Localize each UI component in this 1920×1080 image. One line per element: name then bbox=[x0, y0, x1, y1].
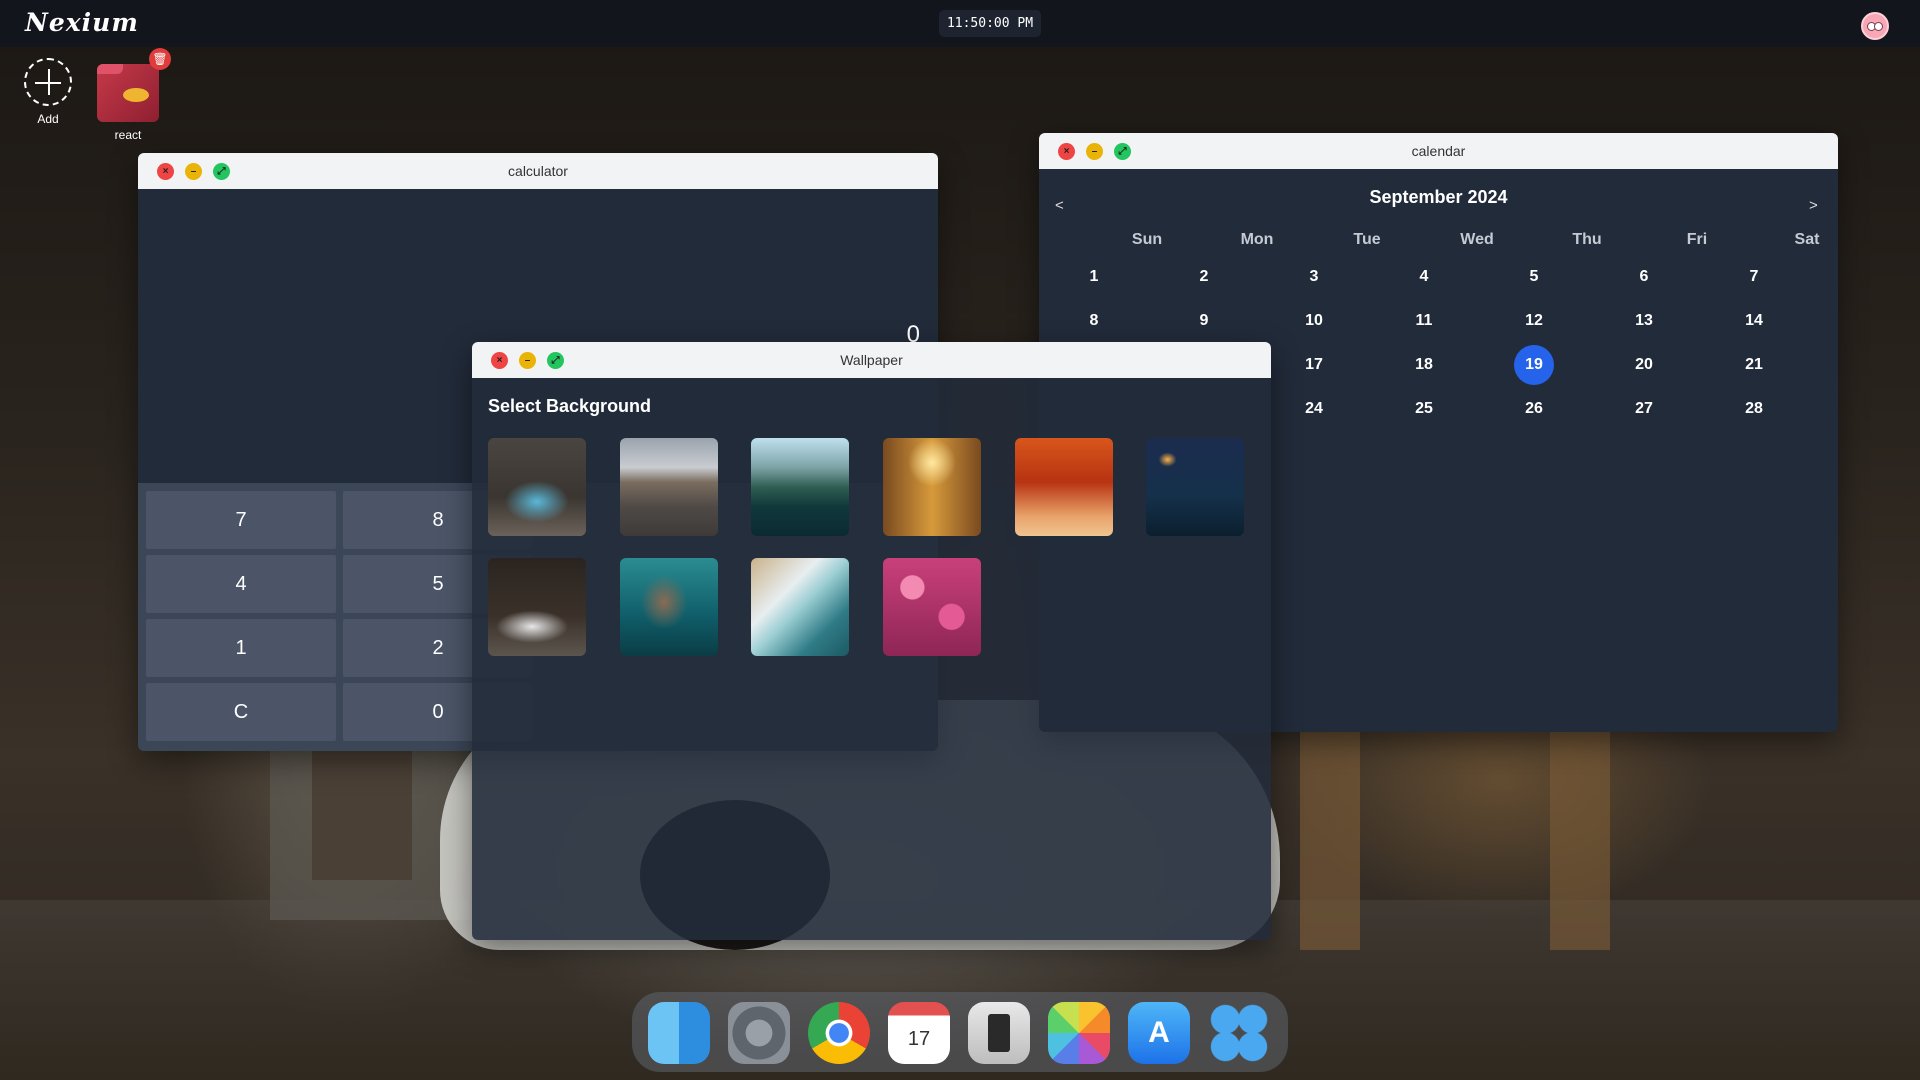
launchpad-icon[interactable] bbox=[1208, 1002, 1270, 1064]
dock: 17 A bbox=[632, 992, 1288, 1072]
calendar-day[interactable]: 28 bbox=[1734, 389, 1774, 429]
weekday-label: Thu bbox=[1572, 231, 1602, 248]
close-icon[interactable]: × bbox=[1058, 143, 1075, 160]
calendar-day[interactable]: 8 bbox=[1074, 301, 1114, 341]
minimize-icon[interactable]: – bbox=[519, 352, 536, 369]
key-1[interactable]: 1 bbox=[146, 619, 336, 677]
window-title: calculator bbox=[508, 163, 568, 179]
calculator-titlebar[interactable]: × – ⤢ calculator bbox=[138, 153, 938, 189]
wallpaper-thumb-underwater-rock[interactable] bbox=[620, 558, 718, 656]
wallpaper-thumb-autumn-park[interactable] bbox=[1015, 438, 1113, 536]
wallpaper-thumb-white-car-night[interactable] bbox=[488, 558, 586, 656]
wallpaper-thumb-desert-road[interactable] bbox=[620, 438, 718, 536]
calendar-day[interactable]: 6 bbox=[1624, 257, 1664, 297]
next-month-button[interactable]: > bbox=[1809, 197, 1818, 214]
calendar-icon[interactable]: 17 bbox=[888, 1002, 950, 1064]
calendar-day[interactable]: 18 bbox=[1404, 345, 1444, 385]
add-label: Add bbox=[37, 112, 59, 126]
close-icon[interactable]: × bbox=[157, 163, 174, 180]
wallpaper-door bbox=[312, 740, 412, 880]
weekday-label: Tue bbox=[1353, 231, 1381, 248]
calendar-day[interactable]: 5 bbox=[1514, 257, 1554, 297]
calendar-day[interactable]: 21 bbox=[1734, 345, 1774, 385]
calendar-day[interactable]: 10 bbox=[1294, 301, 1334, 341]
wallpaper-thumb-ocean-waves[interactable] bbox=[751, 558, 849, 656]
wallpaper-thumb-mountain-lake[interactable] bbox=[751, 438, 849, 536]
wallpaper-titlebar[interactable]: × – ⤢ Wallpaper bbox=[472, 342, 1271, 378]
calendar-day-today[interactable]: 19 bbox=[1514, 345, 1554, 385]
wallpaper-pillar bbox=[1550, 700, 1610, 950]
os-logo: Nexium bbox=[25, 8, 139, 37]
calendar-day[interactable]: 1 bbox=[1074, 257, 1114, 297]
close-icon[interactable]: × bbox=[491, 352, 508, 369]
calendar-icon-day: 17 bbox=[907, 1028, 931, 1050]
calendar-day[interactable]: 26 bbox=[1514, 389, 1554, 429]
minimize-icon[interactable]: – bbox=[185, 163, 202, 180]
weekday-label: Sat bbox=[1794, 231, 1820, 248]
calendar-day[interactable]: 7 bbox=[1734, 257, 1774, 297]
add-desktop-item[interactable]: Add bbox=[22, 58, 74, 126]
calendar-day[interactable]: 24 bbox=[1294, 389, 1334, 429]
maximize-icon[interactable]: ⤢ bbox=[213, 163, 230, 180]
top-bar: Nexium 11:50:00 PM bbox=[0, 0, 1920, 47]
wallpaper-thumb-pink-flowers[interactable] bbox=[883, 558, 981, 656]
app-store-icon[interactable]: A bbox=[1128, 1002, 1190, 1064]
calendar-day[interactable]: 17 bbox=[1294, 345, 1334, 385]
key-7[interactable]: 7 bbox=[146, 491, 336, 549]
calendar-day[interactable]: 13 bbox=[1624, 301, 1664, 341]
weekday-label: Mon bbox=[1240, 231, 1274, 248]
weekday-label: Fri bbox=[1686, 231, 1708, 248]
calendar-day[interactable]: 12 bbox=[1514, 301, 1554, 341]
wallpaper-window: × – ⤢ Wallpaper Select Background bbox=[472, 342, 1271, 940]
calendar-day[interactable]: 14 bbox=[1734, 301, 1774, 341]
calendar-day[interactable]: 3 bbox=[1294, 257, 1334, 297]
folder-label: react bbox=[114, 128, 142, 142]
calendar-day[interactable]: 2 bbox=[1184, 257, 1224, 297]
calendar-day[interactable]: 9 bbox=[1184, 301, 1224, 341]
weekday-label: Sun bbox=[1131, 231, 1163, 248]
chrome-icon[interactable] bbox=[808, 1002, 870, 1064]
key-4[interactable]: 4 bbox=[146, 555, 336, 613]
wallpaper-thumb-sunlit-forest[interactable] bbox=[883, 438, 981, 536]
finder-icon[interactable] bbox=[648, 1002, 710, 1064]
clock: 11:50:00 PM bbox=[939, 10, 1041, 37]
folder-icon bbox=[97, 64, 159, 122]
calculator-icon[interactable] bbox=[968, 1002, 1030, 1064]
weekday-label: Wed bbox=[1460, 231, 1494, 248]
calculator-glyph bbox=[988, 1014, 1010, 1052]
month-label: September 2024 bbox=[1369, 187, 1508, 207]
plus-circle-icon bbox=[24, 58, 72, 106]
calendar-day[interactable]: 4 bbox=[1404, 257, 1444, 297]
section-heading: Select Background bbox=[488, 396, 652, 416]
settings-icon[interactable] bbox=[728, 1002, 790, 1064]
window-title: calendar bbox=[1411, 143, 1466, 159]
wallpaper-pillar bbox=[1300, 700, 1360, 950]
maximize-icon[interactable]: ⤢ bbox=[1114, 143, 1131, 160]
wallpaper-thumb-night-cabin[interactable] bbox=[1146, 438, 1244, 536]
calendar-day[interactable]: 11 bbox=[1404, 301, 1444, 341]
window-title: Wallpaper bbox=[840, 352, 903, 368]
trash-icon[interactable]: 🗑 bbox=[149, 48, 171, 70]
minimize-icon[interactable]: – bbox=[1086, 143, 1103, 160]
key-clear[interactable]: C bbox=[146, 683, 336, 741]
avatar[interactable] bbox=[1861, 12, 1889, 40]
calendar-day[interactable]: 25 bbox=[1404, 389, 1444, 429]
calendar-titlebar[interactable]: × – ⤢ calendar bbox=[1039, 133, 1838, 169]
desktop-folder-react[interactable]: 🗑 react bbox=[95, 48, 171, 142]
calendar-day[interactable]: 20 bbox=[1624, 345, 1664, 385]
photos-icon[interactable] bbox=[1048, 1002, 1110, 1064]
calendar-day[interactable]: 27 bbox=[1624, 389, 1664, 429]
wallpaper-thumb-sea-cave[interactable] bbox=[488, 438, 586, 536]
maximize-icon[interactable]: ⤢ bbox=[547, 352, 564, 369]
